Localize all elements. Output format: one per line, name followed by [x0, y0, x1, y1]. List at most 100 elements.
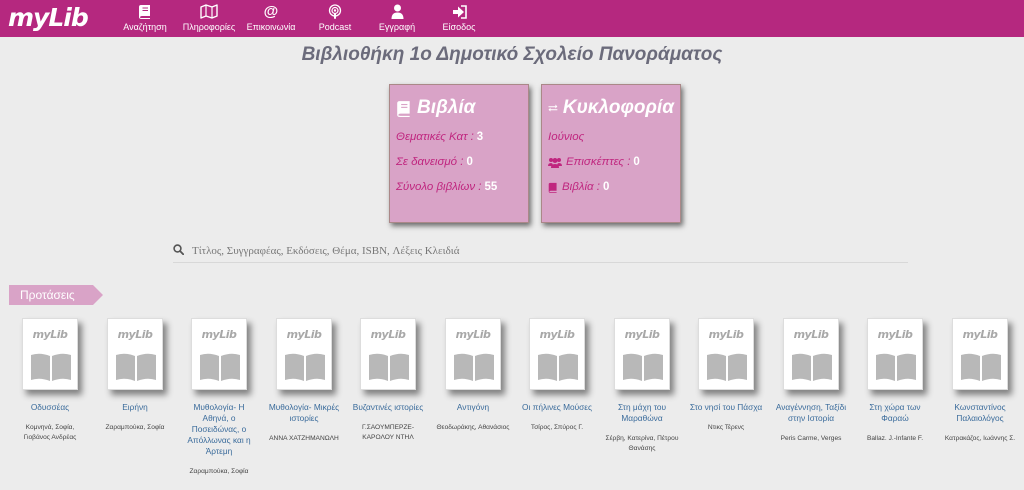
podcast-icon — [328, 3, 342, 20]
book-card[interactable]: myLib Στη χώρα των Φαραώ Ballaz. J.-Infant… — [853, 318, 937, 444]
book-card[interactable]: myLib Αντιγόνη Θεοδωράκης, Αθανάσιος — [431, 318, 515, 433]
nav-info-label: Πληροφορίες — [182, 22, 236, 32]
book-card[interactable]: myLib Ειρήνη Ζαραμπούκα, Σοφία — [93, 318, 177, 433]
open-book-icon — [285, 353, 325, 381]
circulation-books-row: Βιβλία : 0 — [548, 181, 674, 193]
open-book-icon — [200, 353, 240, 381]
map-icon — [200, 3, 218, 20]
cover-logo: myLib — [370, 328, 406, 341]
book-cover[interactable]: myLib — [360, 318, 416, 390]
book-title[interactable]: Στη μάχη του Μαραθώνα — [600, 402, 684, 424]
book-card[interactable]: myLib Στη μάχη του Μαραθώνα Σέρβη, Κατερίν… — [600, 318, 684, 454]
book-title[interactable]: Οδυσσέας — [8, 402, 92, 413]
book-title[interactable]: Στη χώρα των Φαραώ — [853, 402, 937, 424]
book-title[interactable]: Μυθολογία- Η Αθηνά, ο Ποσειδώνας, ο Απόλ… — [177, 402, 261, 457]
open-book-icon — [876, 353, 916, 381]
book-title[interactable]: Μυθολογία- Μικρές ιστορίες — [262, 402, 346, 424]
nav-contact[interactable]: @ Επικοινωνία — [245, 3, 297, 32]
circulation-books-label: Βιβλία : — [562, 181, 600, 193]
book-author: Ballaz. J.-Infante F. — [866, 435, 924, 442]
book-card[interactable]: myLib Μυθολογία- Η Αθηνά, ο Ποσειδώνας, ο… — [177, 318, 261, 477]
thematic-categories-row: Θεματικές Κατ : 3 — [396, 131, 522, 143]
book-title[interactable]: Αντιγόνη — [431, 402, 515, 413]
book-card[interactable]: myLib Αναγέννηση, Ταξίδι στην Ιστορία Peri… — [769, 318, 853, 444]
total-books-row: Σύνολο βιβλίων : 55 — [396, 181, 522, 193]
book-author: Ζαραμπούκα, Σοφία — [105, 424, 165, 431]
book-icon — [548, 182, 557, 193]
thematic-categories-value: 3 — [476, 131, 484, 143]
books-card-header: Βιβλία — [396, 97, 522, 119]
search-icon — [173, 242, 185, 260]
book-card[interactable]: myLib Στο νησί του Πάσχα Ντικς Τέρενς — [684, 318, 768, 433]
page-title: Βιβλιοθήκη 1ο Δημοτικό Σχολείο Πανοράματ… — [301, 44, 723, 65]
book-icon — [138, 3, 152, 20]
nav-register[interactable]: Εγγραφή — [375, 3, 419, 32]
suggestions-label: Προτάσεις — [9, 285, 103, 305]
book-title[interactable]: Κωνσταντίνος Παλαιολόγος — [938, 402, 1022, 424]
book-title[interactable]: Ειρήνη — [93, 402, 177, 413]
nav-register-label: Εγγραφή — [378, 22, 416, 32]
book-author: Ντικς Τέρενς — [707, 424, 745, 431]
nav-login[interactable]: Είσοδος — [439, 3, 479, 32]
on-loan-row: Σε δανεισμό : 0 — [396, 156, 522, 168]
book-cover[interactable]: myLib — [783, 318, 839, 390]
book-cover[interactable]: myLib — [22, 318, 78, 390]
cover-logo: myLib — [877, 328, 913, 341]
cover-logo: myLib — [624, 328, 660, 341]
book-cover[interactable]: myLib — [614, 318, 670, 390]
total-books-value: 55 — [484, 181, 498, 193]
on-loan-label: Σε δανεισμό : — [396, 156, 464, 168]
total-books-label: Σύνολο βιβλίων : — [396, 181, 482, 193]
open-book-icon — [792, 353, 832, 381]
open-book-icon — [961, 353, 1001, 381]
book-cover[interactable]: myLib — [698, 318, 754, 390]
open-book-icon — [623, 353, 663, 381]
circulation-card-header: Κυκλοφορία — [548, 97, 674, 119]
book-title[interactable]: Στο νησί του Πάσχα — [684, 402, 768, 413]
book-author: Γ.ΣΑΟΥΜΠΕΡΖΕ-ΚΑΡΟΛΟΥ ΝΤΗΛ — [361, 424, 415, 441]
nav-search[interactable]: Αναζήτηση — [122, 3, 168, 32]
users-icon — [548, 157, 562, 168]
cover-logo: myLib — [201, 328, 237, 341]
cover-logo: myLib — [539, 328, 575, 341]
book-author: Κατρακάζος, Ιωάννης Σ. — [944, 435, 1016, 442]
book-card[interactable]: myLib Οδυσσέας Κομνηνά, Σοφία, Γιοβάνος Αν… — [8, 318, 92, 443]
books-card-title: Βιβλία — [417, 97, 476, 118]
nav-podcast-label: Podcast — [318, 22, 352, 32]
book-card[interactable]: myLib Βυζαντινές ιστορίες Γ.ΣΑΟΥΜΠΕΡΖΕ-ΚΑΡ… — [346, 318, 430, 443]
book-cover[interactable]: myLib — [276, 318, 332, 390]
cover-logo: myLib — [32, 328, 68, 341]
sign-in-icon — [452, 3, 467, 20]
book-title[interactable]: Βυζαντινές ιστορίες — [346, 402, 430, 413]
book-cover[interactable]: myLib — [445, 318, 501, 390]
book-author: Κομνηνά, Σοφία, Γιοβάνος Ανδρέας — [23, 424, 77, 441]
nav-info[interactable]: Πληροφορίες — [182, 3, 236, 32]
visitors-row: Επισκέπτες : 0 — [548, 156, 674, 168]
book-cover[interactable]: myLib — [952, 318, 1008, 390]
thematic-categories-label: Θεματικές Κατ : — [396, 131, 474, 143]
search-input[interactable] — [192, 244, 872, 257]
circulation-stats-card[interactable]: Κυκλοφορία Ιούνιος Επισκέπτες : 0 Βιβλία… — [541, 84, 681, 223]
nav-podcast[interactable]: Podcast — [313, 3, 357, 32]
open-book-icon — [454, 353, 494, 381]
cover-logo: myLib — [117, 328, 153, 341]
book-title[interactable]: Αναγέννηση, Ταξίδι στην Ιστορία — [769, 402, 853, 424]
book-cover[interactable]: myLib — [867, 318, 923, 390]
book-icon — [397, 100, 410, 117]
cover-logo: myLib — [286, 328, 322, 341]
book-cover[interactable]: myLib — [529, 318, 585, 390]
book-cover[interactable]: myLib — [107, 318, 163, 390]
cover-logo: myLib — [708, 328, 744, 341]
logo[interactable]: myLib — [8, 3, 89, 33]
visitors-value: 0 — [633, 156, 640, 168]
book-title[interactable]: Οι πήλινες Μούσες — [515, 402, 599, 413]
book-card[interactable]: myLib Οι πήλινες Μούσες Τσίρος, Σπύρος Γ. — [515, 318, 599, 433]
nav-search-label: Αναζήτηση — [123, 22, 167, 32]
exchange-icon — [548, 104, 558, 112]
on-loan-value: 0 — [466, 156, 473, 168]
book-card[interactable]: myLib Κωνσταντίνος Παλαιολόγος Κατρακάζος,… — [938, 318, 1022, 444]
book-card[interactable]: myLib Μυθολογία- Μικρές ιστορίες ΑΝΝΑ ΧΑΤΖ… — [262, 318, 346, 444]
open-book-icon — [31, 353, 71, 381]
books-stats-card[interactable]: Βιβλία Θεματικές Κατ : 3 Σε δανεισμό : 0… — [389, 84, 529, 223]
book-cover[interactable]: myLib — [191, 318, 247, 390]
